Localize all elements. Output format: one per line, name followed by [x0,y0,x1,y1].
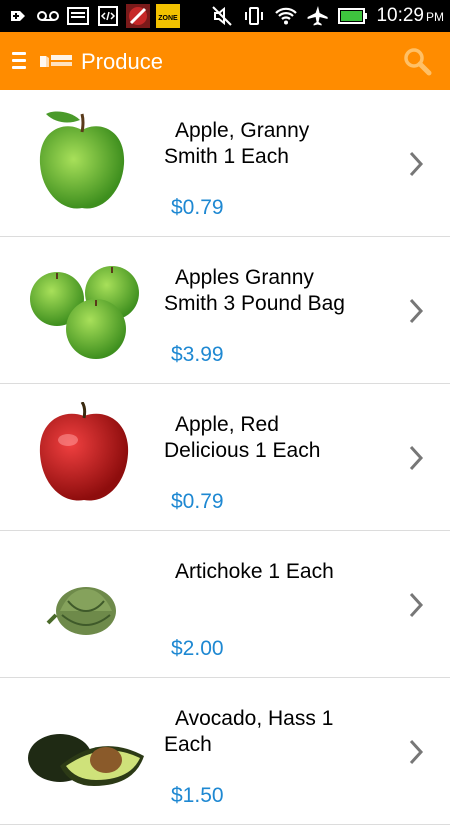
chevron-right-icon[interactable] [406,297,426,325]
gallery-icon [66,4,90,28]
product-row[interactable]: Artichoke 1 Each $2.00 [0,531,450,678]
green-apple-image [20,108,150,218]
search-icon[interactable] [402,46,432,76]
product-row[interactable]: Apples Granny Smith 3 Pound Bag $3.99 [0,237,450,384]
voicemail-icon [36,4,60,28]
product-price: $2.00 [171,637,224,660]
shop-local-logo[interactable] [38,52,74,70]
clock: 10:29 PM [376,5,444,27]
chevron-right-icon[interactable] [406,444,426,472]
artichoke-image [20,549,150,659]
system-icons: 10:29 PM [210,4,444,28]
zone-app-icon: ZONE [156,4,180,28]
product-name: Apple, Granny Smith 1 Each [164,119,310,168]
product-price: $1.50 [171,784,224,807]
avocado-image [20,696,150,806]
product-price: $3.99 [171,343,224,366]
product-name: Apple, Red Delicious 1 Each [164,413,321,462]
page-title: Produce [81,49,163,74]
chevron-right-icon[interactable] [406,591,426,619]
red-apple-image [20,401,150,512]
product-name: Avocado, Hass 1 Each [164,707,334,756]
notification-icons: ZONE [6,4,180,28]
product-row[interactable]: Apple, Red Delicious 1 Each $0.79 [0,384,450,531]
code-icon [96,4,120,28]
green-apples-bag-image [20,255,150,365]
vibrate-icon [242,4,266,28]
product-row[interactable]: Apple, Granny Smith 1 Each $0.79 [0,90,450,237]
zone-label: ZONE [158,15,178,22]
product-name: Apples Granny Smith 3 Pound Bag [164,266,345,315]
product-list: Apple, Granny Smith 1 Each $0.79 Apples … [0,90,450,825]
clock-time: 10:29 [376,5,424,26]
product-price: $0.79 [171,196,224,219]
product-name: Artichoke 1 Each [175,560,334,583]
mute-icon [210,4,234,28]
wifi-icon [274,4,298,28]
stop-app-icon [126,4,150,28]
status-bar: ZONE 10:29 PM [0,0,450,32]
app-bar: Produce [0,32,450,90]
airplane-icon [306,4,330,28]
clock-ampm: PM [426,10,444,24]
battery-icon [338,4,368,28]
chevron-right-icon[interactable] [406,150,426,178]
add-icon [6,4,30,28]
chevron-right-icon[interactable] [406,738,426,766]
product-price: $0.79 [171,490,224,513]
product-row[interactable]: Avocado, Hass 1 Each $1.50 [0,678,450,825]
menu-icon[interactable] [12,52,26,72]
